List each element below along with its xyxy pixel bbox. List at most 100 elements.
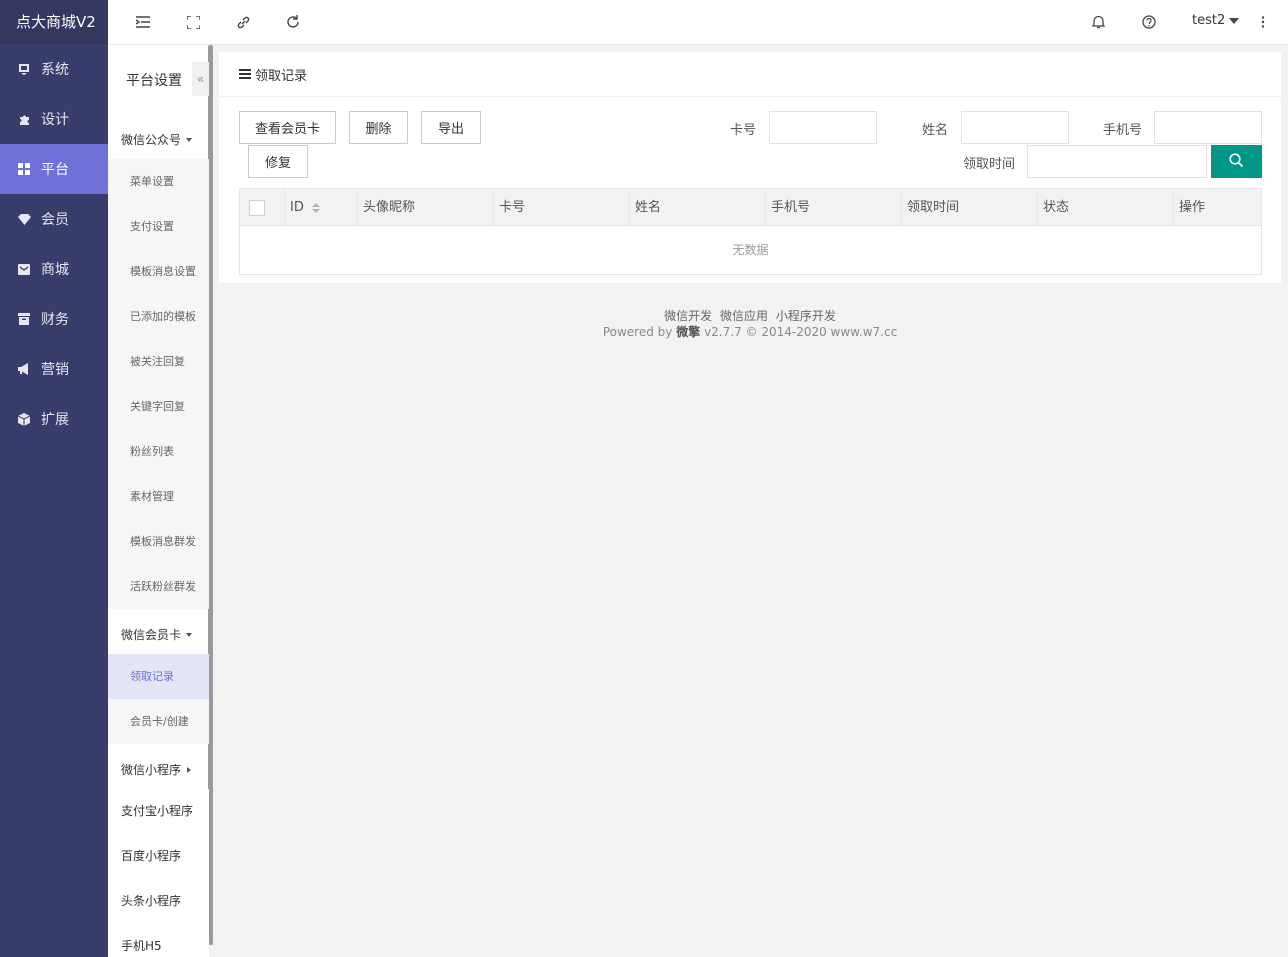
th-id[interactable]: ID (285, 189, 358, 226)
monitor-icon (17, 62, 31, 76)
nav-item-system[interactable]: 系统 (0, 44, 108, 94)
panel-title: 领取记录 (255, 68, 308, 84)
footer-links: 微信开发 微信应用 小程序开发 (219, 308, 1281, 324)
sub-group-wechat-official[interactable]: 微信公众号 (121, 131, 193, 148)
chevron-down-icon (1229, 17, 1240, 24)
nav-item-mall[interactable]: 商城 (0, 244, 108, 294)
megaphone-icon (17, 362, 31, 376)
sub-sidebar-title: 平台设置 (126, 73, 182, 89)
sub-item-template-message-settings[interactable]: 模板消息设置 (108, 249, 209, 294)
sub-item-keyword-reply[interactable]: 关键字回复 (108, 384, 209, 429)
th-claim-time: 领取时间 (902, 189, 1038, 226)
sub-item-template-broadcast[interactable]: 模板消息群发 (108, 519, 209, 564)
sort-icon[interactable] (311, 202, 320, 213)
nav-item-label: 扩展 (41, 412, 69, 428)
nav-item-platform[interactable]: 平台 (0, 144, 108, 194)
sub-item-baidu-mini[interactable]: 百度小程序 (108, 834, 209, 879)
search-icon (1229, 152, 1244, 171)
caret-down-icon (186, 632, 193, 637)
view-member-card-button[interactable]: 查看会员卡 (239, 111, 336, 144)
gem-icon (17, 212, 31, 226)
sub-item-alipay-mini[interactable]: 支付宝小程序 (108, 789, 209, 834)
sub-item-menu-settings[interactable]: 菜单设置 (108, 159, 209, 204)
more-icon[interactable] (1254, 13, 1272, 31)
card-no-label: 卡号 (730, 123, 757, 138)
table-header: ID 头像昵称 卡号 姓名 手机号 领取时间 状态 操作 (240, 189, 1261, 226)
records-panel: 领取记录 查看会员卡 删除 导出 修复 卡号 姓名 手机号 领取时间 ID 头像… (219, 52, 1281, 283)
sub-item-mobile-h5[interactable]: 手机H5 (108, 924, 209, 957)
sub-item-material-management[interactable]: 素材管理 (108, 474, 209, 519)
sub-item-claim-records[interactable]: 领取记录 (108, 654, 209, 699)
nav-item-extend[interactable]: 扩展 (0, 394, 108, 444)
th-avatar-nickname: 头像昵称 (358, 189, 494, 226)
help-icon[interactable] (1140, 13, 1158, 31)
footer-link-wechat-dev[interactable]: 微信开发 (664, 309, 712, 323)
th-phone: 手机号 (766, 189, 902, 226)
th-actions: 操作 (1179, 200, 1206, 215)
nav-item-label: 财务 (41, 312, 69, 328)
claim-time-input[interactable] (1027, 145, 1207, 178)
grid-icon (17, 162, 31, 176)
th-status: 状态 (1038, 189, 1174, 226)
delete-button[interactable]: 删除 (349, 111, 408, 144)
user-menu[interactable]: test2 (1192, 13, 1240, 28)
th-select (240, 189, 285, 226)
footer-link-wechat-app[interactable]: 微信应用 (720, 309, 768, 323)
list-icon (239, 69, 251, 79)
caret-right-icon (187, 766, 192, 773)
nav-item-label: 商城 (41, 262, 69, 278)
empty-state: 无数据 (732, 243, 769, 257)
export-button[interactable]: 导出 (421, 111, 481, 144)
caret-down-icon (186, 137, 193, 142)
records-table: ID 头像昵称 卡号 姓名 手机号 领取时间 状态 操作 无数据 (239, 188, 1262, 275)
powered-prefix: Powered by (602, 325, 673, 339)
nav-item-finance[interactable]: 财务 (0, 294, 108, 344)
phone-label: 手机号 (1103, 123, 1143, 138)
sub-group-label: 微信公众号 (121, 133, 182, 147)
panel-header: 领取记录 (219, 52, 1281, 97)
powered-suffix: v2.7.7 © 2014-2020 www.w7.cc (704, 325, 898, 339)
sub-item-added-templates[interactable]: 已添加的模板 (108, 294, 209, 339)
puzzle-icon (17, 112, 31, 126)
sub-group-member-card[interactable]: 微信会员卡 (121, 626, 193, 643)
nav-item-design[interactable]: 设计 (0, 94, 108, 144)
nav-item-marketing[interactable]: 营销 (0, 344, 108, 394)
th-card-no: 卡号 (494, 189, 630, 226)
menu-fold-icon[interactable] (134, 13, 152, 31)
nav-item-label: 系统 (41, 62, 69, 78)
collapse-sidebar-button[interactable]: « (192, 62, 209, 96)
search-button[interactable] (1211, 145, 1262, 178)
column-label: ID (290, 200, 304, 215)
brand-logo[interactable]: 点大商城V2 (0, 0, 108, 44)
powered-brand[interactable]: 微擎 (676, 325, 700, 339)
sub-group-wechat-mini[interactable]: 微信小程序 (121, 761, 192, 778)
nav-item-label: 平台 (41, 162, 69, 178)
select-all-checkbox[interactable] (249, 199, 265, 216)
nav-item-member[interactable]: 会员 (0, 194, 108, 244)
sub-item-fans-list[interactable]: 粉丝列表 (108, 429, 209, 474)
th-name: 姓名 (630, 189, 766, 226)
link-icon[interactable] (234, 13, 252, 31)
sub-item-toutiao-mini[interactable]: 头条小程序 (108, 879, 209, 924)
top-bar: test2 (108, 0, 1288, 45)
username: test2 (1192, 13, 1226, 28)
nav-item-label: 设计 (41, 112, 69, 128)
name-input[interactable] (961, 111, 1069, 144)
sub-item-active-fans-broadcast[interactable]: 活跃粉丝群发 (108, 564, 209, 609)
nav-item-label: 会员 (41, 212, 69, 228)
mail-icon (17, 262, 31, 276)
phone-input[interactable] (1154, 111, 1262, 144)
bell-icon[interactable] (1089, 13, 1107, 31)
card-no-input[interactable] (769, 111, 877, 144)
refresh-icon[interactable] (284, 13, 302, 31)
nav-item-label: 营销 (41, 362, 69, 378)
claim-time-label: 领取时间 (963, 157, 1016, 172)
sub-item-payment-settings[interactable]: 支付设置 (108, 204, 209, 249)
cube-icon (17, 412, 31, 426)
sub-item-follow-reply[interactable]: 被关注回复 (108, 339, 209, 384)
sub-item-member-card-create[interactable]: 会员卡/创建 (108, 699, 209, 744)
fullscreen-icon[interactable] (184, 13, 202, 31)
repair-button[interactable]: 修复 (248, 145, 308, 178)
footer-link-mini-dev[interactable]: 小程序开发 (776, 309, 836, 323)
name-label: 姓名 (922, 123, 949, 138)
